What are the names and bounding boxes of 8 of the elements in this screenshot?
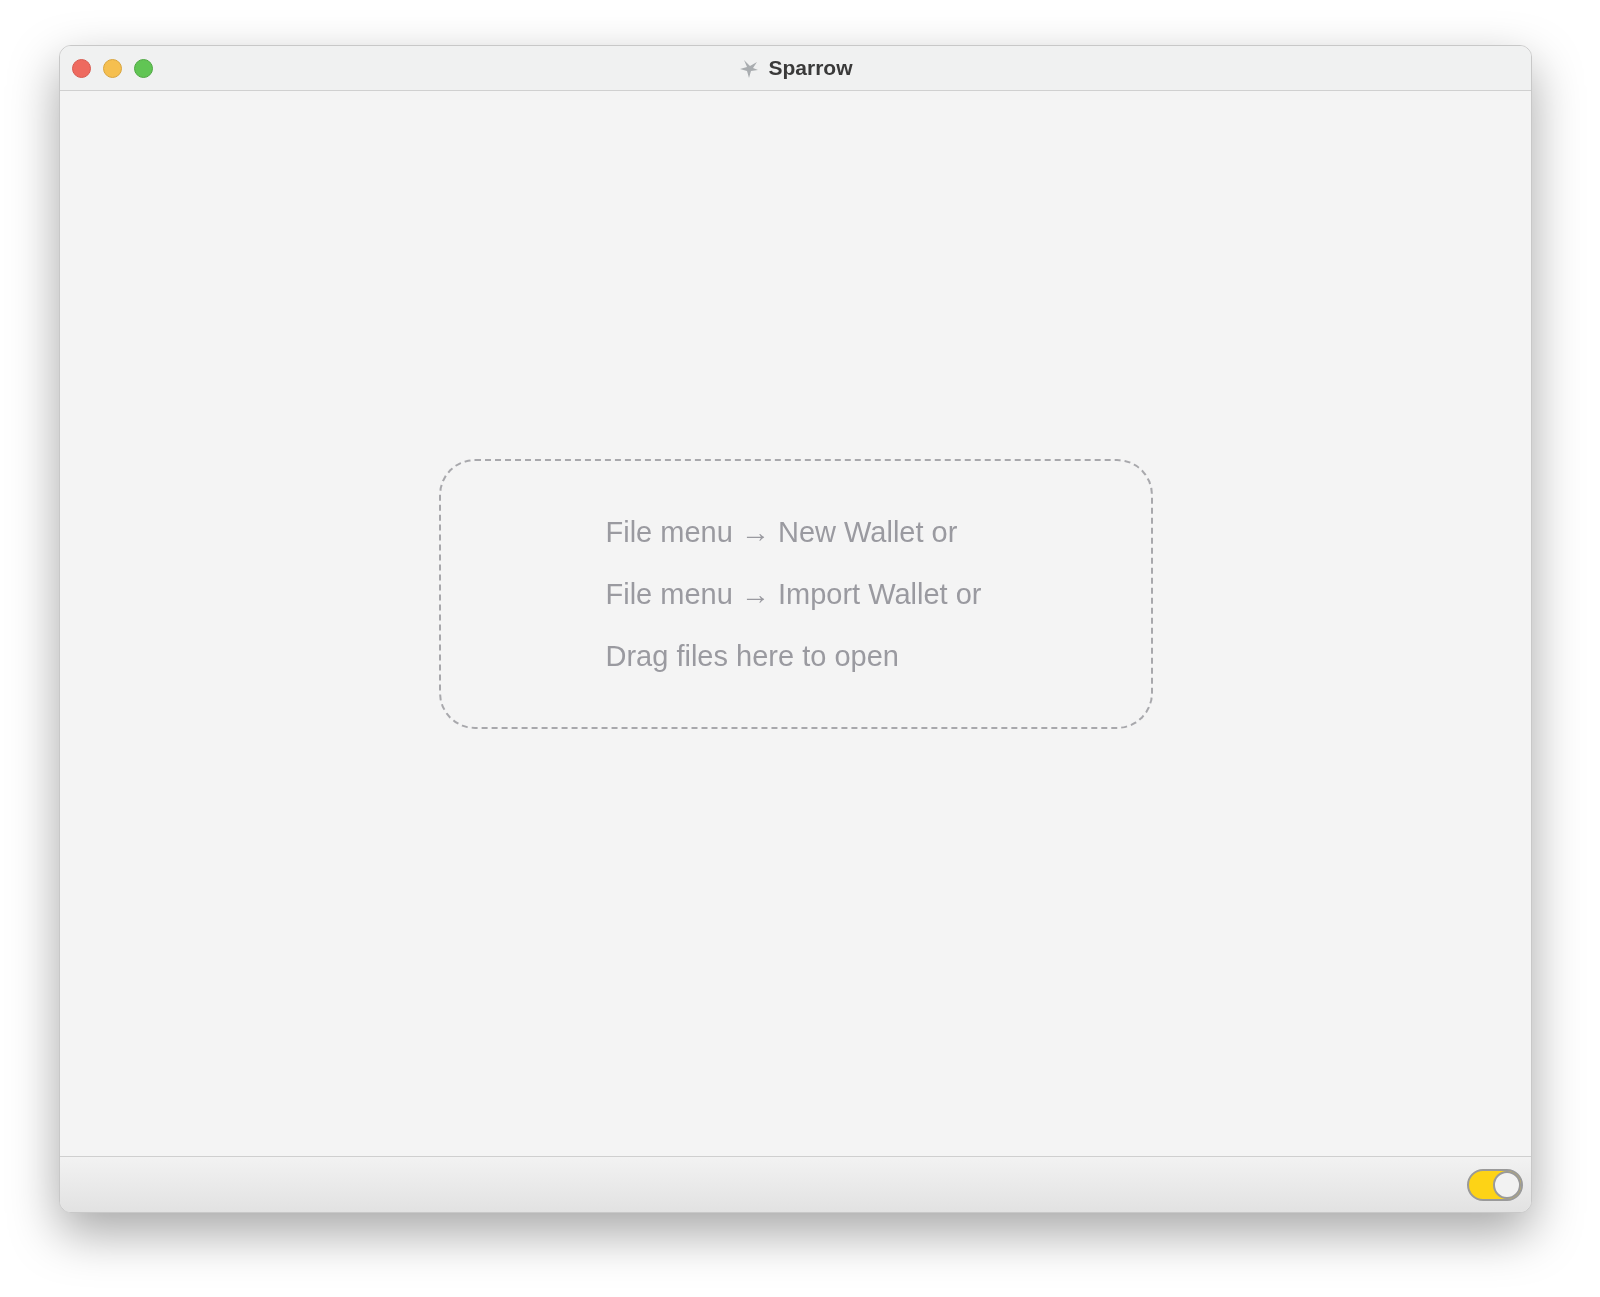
instruction-text: Drag files here to open	[605, 638, 900, 673]
toggle-switch[interactable]	[1467, 1168, 1523, 1201]
maximize-button[interactable]	[134, 58, 153, 78]
instruction-text: File menu → Import Wallet or	[605, 576, 983, 611]
minimize-button[interactable]	[103, 58, 122, 78]
window-title: Sparrow	[768, 55, 853, 82]
instruction-text: File menu → New Wallet or	[605, 514, 959, 549]
close-button[interactable]	[72, 58, 91, 78]
